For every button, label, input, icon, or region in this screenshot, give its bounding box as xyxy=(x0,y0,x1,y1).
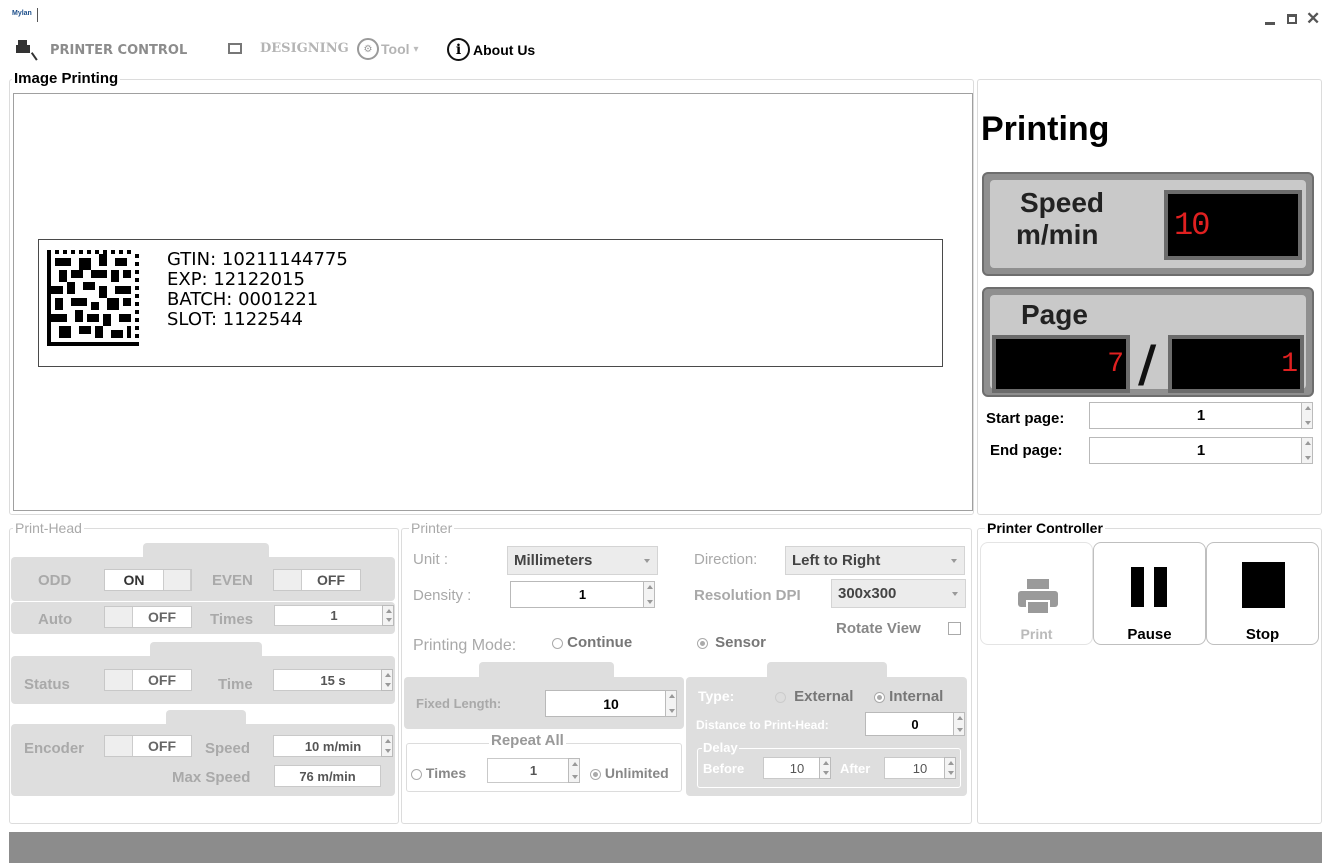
auto-toggle[interactable]: OFF xyxy=(104,606,192,628)
printer-icon xyxy=(16,40,38,61)
auto-times-label: Times xyxy=(210,611,254,628)
info-icon: i xyxy=(447,38,470,61)
image-printing-title: Image Printing xyxy=(12,70,121,87)
rotate-view-label: Rotate View xyxy=(836,620,921,637)
max-speed-input[interactable]: 76 m/min xyxy=(274,765,381,787)
status-time-label: Time xyxy=(218,676,253,693)
delay-title: Delay xyxy=(702,740,739,755)
mode-sensor-radio[interactable]: Sensor xyxy=(697,634,766,651)
close-icon[interactable]: ✕ xyxy=(1306,9,1320,29)
printer-controller-title: Printer Controller xyxy=(985,520,1105,536)
resolution-label: Resolution DPI xyxy=(694,587,801,604)
start-page-spinner[interactable] xyxy=(1301,402,1313,429)
pause-button-label: Pause xyxy=(1127,626,1172,643)
end-page-input[interactable]: 1 xyxy=(1089,437,1313,464)
unit-label: Unit : xyxy=(413,551,449,568)
sensor-type-label: Type: xyxy=(698,688,735,704)
title-separator xyxy=(37,8,38,22)
density-input[interactable]: 1 xyxy=(510,581,655,608)
end-page-spinner[interactable] xyxy=(1301,437,1313,464)
even-toggle[interactable]: OFF xyxy=(273,569,361,591)
datamatrix-icon xyxy=(47,250,139,346)
delay-before-input[interactable]: 10 xyxy=(763,757,831,779)
printer-icon xyxy=(1018,579,1058,615)
label-line-gtin: GTIN: 10211144775 xyxy=(167,249,348,270)
pause-icon xyxy=(1131,567,1167,607)
distance-label: Distance to Print-Head: xyxy=(696,718,829,732)
printing-title: Printing xyxy=(981,110,1110,148)
encoder-speed-label: Speed xyxy=(205,740,251,757)
start-page-label: Start page: xyxy=(986,410,1065,427)
label-preview: GTIN: 10211144775 EXP: 12122015 BATCH: 0… xyxy=(38,239,943,367)
odd-toggle[interactable]: ON xyxy=(104,569,192,591)
encoder-toggle[interactable]: OFF xyxy=(104,735,192,757)
print-button[interactable]: Print xyxy=(980,542,1093,645)
stop-button[interactable]: Stop xyxy=(1206,542,1319,645)
delay-after-label: After xyxy=(840,761,871,776)
maximize-icon[interactable] xyxy=(1287,14,1297,24)
chevron-down-icon: ▾ xyxy=(413,43,419,55)
speed-display: 10 xyxy=(1164,190,1302,260)
delay-before-label: Before xyxy=(703,761,745,776)
encoder-speed-input[interactable]: 10 m/min xyxy=(273,735,393,757)
minimize-icon[interactable] xyxy=(1265,22,1275,25)
end-page-label: End page: xyxy=(990,442,1063,459)
type-external-radio[interactable]: External xyxy=(775,688,853,705)
max-speed-label: Max Speed xyxy=(172,769,251,786)
menu-designing[interactable]: DESIGNING xyxy=(228,41,349,56)
delay-after-input[interactable]: 10 xyxy=(884,757,956,779)
status-label: Status xyxy=(24,676,70,693)
direction-select[interactable]: Left to Right xyxy=(785,546,965,575)
page-total-display: 1 xyxy=(1168,335,1304,393)
label-line-exp: EXP: 12122015 xyxy=(167,269,305,290)
stop-icon xyxy=(1242,562,1285,608)
repeat-all-title: Repeat All xyxy=(489,732,566,749)
print-button-label: Print xyxy=(1020,626,1053,642)
resolution-select[interactable]: 300x300 xyxy=(831,579,966,608)
fixed-length-input[interactable]: 10 xyxy=(545,690,677,717)
type-internal-radio[interactable]: Internal xyxy=(874,688,943,705)
auto-label: Auto xyxy=(38,611,73,628)
speed-panel: Speed m/min 10 xyxy=(982,172,1314,276)
app-logo: Mylan xyxy=(12,10,32,17)
label-line-batch: BATCH: 0001221 xyxy=(167,289,319,310)
status-toggle[interactable]: OFF xyxy=(104,669,192,691)
status-bar xyxy=(9,832,1322,863)
label-line-slot: SLOT: 1122544 xyxy=(167,309,303,330)
speed-label: Speed m/min xyxy=(1016,187,1105,250)
fixed-length-label: Fixed Length: xyxy=(416,696,502,711)
menu-tool[interactable]: ⚙ Tool ▾ xyxy=(357,38,419,60)
repeat-unlimited-radio[interactable]: Unlimited xyxy=(590,765,669,781)
printing-mode-label: Printing Mode: xyxy=(413,637,517,654)
stop-button-label: Stop xyxy=(1245,626,1280,643)
printer-title: Printer xyxy=(409,520,455,536)
encoder-label: Encoder xyxy=(24,740,85,757)
distance-input[interactable]: 0 xyxy=(865,712,965,736)
mode-continue-radio[interactable]: Continue xyxy=(552,634,632,651)
direction-label: Direction: xyxy=(694,551,758,568)
auto-times-input[interactable]: 1 xyxy=(274,605,394,626)
repeat-times-radio[interactable]: Times xyxy=(411,765,466,781)
start-page-input[interactable]: 1 xyxy=(1089,402,1313,429)
print-head-title: Print-Head xyxy=(13,520,84,536)
odd-label: ODD xyxy=(38,572,72,589)
status-time-input[interactable]: 15 s xyxy=(273,669,393,691)
repeat-times-input[interactable]: 1 xyxy=(487,758,580,783)
rotate-view-checkbox[interactable] xyxy=(948,622,961,635)
menu-printer-control[interactable]: PRINTER CONTROL xyxy=(14,38,187,62)
menu-about-us[interactable]: i About Us xyxy=(447,38,535,61)
page-separator: / xyxy=(1138,335,1157,393)
page-panel: Page 7 / 1 xyxy=(982,287,1314,397)
unit-select[interactable]: Millimeters xyxy=(507,546,658,575)
label-text-block: GTIN: 10211144775 EXP: 12122015 BATCH: 0… xyxy=(167,250,348,330)
edit-icon xyxy=(228,43,242,54)
even-label: EVEN xyxy=(212,572,253,589)
density-label: Density : xyxy=(413,587,472,604)
pause-button[interactable]: Pause xyxy=(1093,542,1206,645)
page-current-display: 7 xyxy=(992,335,1130,393)
page-label: Page xyxy=(1021,299,1088,330)
tool-icon: ⚙ xyxy=(357,38,379,60)
